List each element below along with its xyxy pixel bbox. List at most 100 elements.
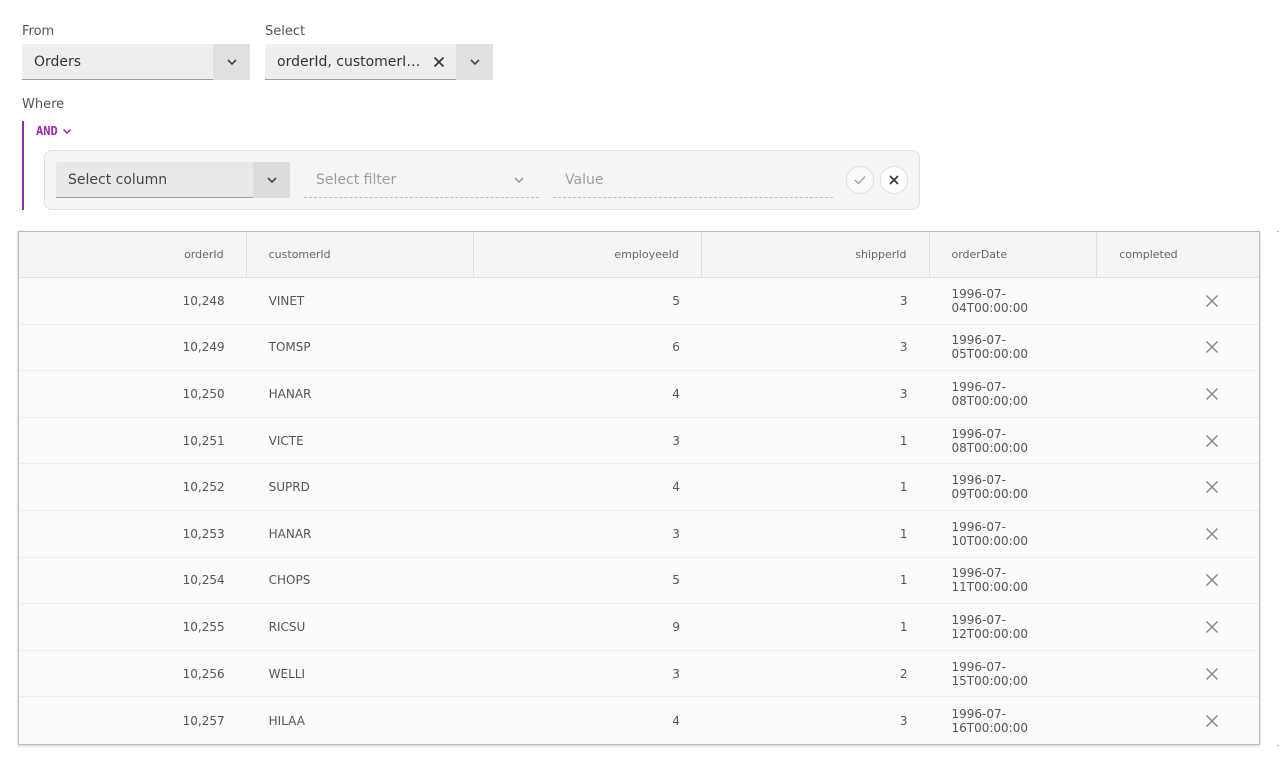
rule-value-placeholder: Value — [565, 171, 604, 188]
rule-filter-select[interactable]: Select filter — [304, 162, 539, 198]
select-clear-button[interactable] — [428, 44, 450, 80]
logic-operator-label: AND — [36, 124, 58, 138]
where-group-bar — [22, 121, 24, 210]
from-label: From — [22, 24, 55, 39]
cell-employeeid: 3 — [672, 433, 680, 448]
close-icon — [889, 175, 899, 185]
cell-shipperid: 1 — [899, 619, 908, 634]
remove-rule-button[interactable] — [880, 166, 908, 194]
chevron-down-icon — [226, 58, 237, 65]
table-row[interactable]: 10,252 SUPRD 4 1 1996-07-09T00:00:00 — [19, 464, 1259, 511]
cell-completed — [1097, 697, 1259, 744]
close-icon — [433, 56, 445, 67]
close-icon — [1205, 387, 1219, 401]
cell-customerid: SUPRD — [268, 480, 310, 495]
chevron-down-icon — [514, 176, 524, 183]
logic-operator-toggle[interactable]: AND — [36, 124, 72, 138]
table-row[interactable]: 10,256 WELLI 3 2 1996-07-15T00:00:00 — [19, 650, 1259, 698]
cell-shipperid: 3 — [899, 713, 908, 728]
table-row[interactable]: 10,257 HILAA 4 3 1996-07-16T00:00:00 — [19, 697, 1259, 744]
cell-orderid: 10,256 — [182, 666, 225, 681]
cell-completed — [1097, 418, 1259, 464]
column-header-orderid[interactable]: orderId — [19, 232, 247, 277]
cell-shipperid: 2 — [899, 666, 908, 681]
cell-orderdate: 1996-07-08T00:00:00 — [951, 426, 1029, 455]
cell-shipperid: 1 — [899, 433, 908, 448]
table-row[interactable]: 10,254 CHOPS 5 1 1996-07-11T00:00:00 — [19, 557, 1259, 605]
close-icon — [1205, 527, 1219, 540]
cell-employeeid: 4 — [672, 713, 680, 728]
cell-orderdate: 1996-07-11T00:00:00 — [951, 566, 1029, 595]
column-header-employeeid[interactable]: employeeId — [474, 232, 702, 277]
column-header-shipperid[interactable]: shipperId — [702, 232, 930, 277]
select-columns-select[interactable]: orderId, customerId, employeeId, shipper… — [265, 43, 493, 80]
cell-shipperid: 1 — [899, 480, 908, 495]
apply-rule-button[interactable] — [846, 166, 874, 194]
select-columns-value: orderId, customerId, employeeId, shipper… — [277, 53, 428, 70]
rule-column-dropdown-button[interactable] — [253, 161, 290, 198]
cell-orderid: 10,248 — [182, 293, 225, 308]
cell-customerid: CHOPS — [268, 573, 311, 588]
cell-shipperid: 3 — [899, 386, 908, 401]
rule-column-placeholder: Select column — [68, 171, 168, 188]
cell-completed — [1097, 464, 1259, 510]
table-row[interactable]: 10,255 RICSU 9 1 1996-07-12T00:00:00 — [19, 604, 1259, 651]
cell-shipperid: 1 — [899, 573, 908, 588]
cell-orderdate: 1996-07-15T00:00:00 — [951, 659, 1029, 688]
column-header-customerid[interactable]: customerId — [247, 232, 475, 277]
cell-orderdate: 1996-07-12T00:00:00 — [951, 612, 1029, 641]
cell-customerid: HILAA — [268, 713, 305, 728]
close-icon — [1205, 481, 1219, 494]
cell-customerid: HANAR — [268, 386, 312, 401]
cell-customerid: VICTE — [268, 433, 304, 448]
grid-body: 10,248 VINET 5 3 1996-07-04T00:00:00 10,… — [19, 278, 1259, 744]
scrollbar-tick-top — [1277, 231, 1279, 232]
cell-completed — [1097, 511, 1259, 557]
select-label: Select — [265, 24, 306, 39]
cell-orderid: 10,249 — [182, 340, 225, 355]
filter-rule: Select column Select filter Value — [44, 150, 920, 210]
cell-customerid: WELLI — [268, 666, 305, 681]
cell-orderid: 10,255 — [182, 619, 225, 634]
close-icon — [1205, 294, 1219, 307]
chevron-down-icon — [266, 176, 277, 183]
cell-orderdate: 1996-07-05T00:00:00 — [951, 333, 1029, 362]
close-icon — [1205, 667, 1219, 680]
cell-completed — [1097, 325, 1259, 371]
cell-orderid: 10,254 — [182, 573, 225, 588]
cell-orderid: 10,252 — [182, 480, 225, 495]
table-row[interactable]: 10,253 HANAR 3 1 1996-07-10T00:00:00 — [19, 510, 1259, 558]
table-row[interactable]: 10,248 VINET 5 3 1996-07-04T00:00:00 — [19, 278, 1259, 325]
cell-orderdate: 1996-07-10T00:00:00 — [951, 519, 1029, 548]
rule-column-select[interactable]: Select column — [56, 161, 290, 198]
cell-employeeid: 6 — [672, 340, 680, 355]
rule-value-input[interactable]: Value — [553, 162, 833, 198]
close-icon — [1205, 714, 1219, 727]
cell-customerid: TOMSP — [268, 340, 311, 355]
cell-completed — [1097, 604, 1259, 650]
cell-completed — [1097, 371, 1259, 417]
cell-employeeid: 4 — [672, 386, 680, 401]
cell-shipperid: 3 — [899, 293, 908, 308]
table-row[interactable]: 10,250 HANAR 4 3 1996-07-08T00:00:00 — [19, 371, 1259, 418]
cell-customerid: HANAR — [268, 526, 312, 541]
column-header-completed[interactable]: completed — [1097, 232, 1259, 277]
cell-employeeid: 3 — [672, 666, 680, 681]
table-row[interactable]: 10,249 TOMSP 6 3 1996-07-05T00:00:00 — [19, 324, 1259, 372]
results-grid: orderId customerId employeeId shipperId … — [18, 231, 1260, 745]
column-header-orderdate[interactable]: orderDate — [930, 232, 1098, 277]
from-dropdown-button[interactable] — [213, 43, 250, 80]
cell-orderdate: 1996-07-16T00:00:00 — [951, 706, 1029, 735]
close-icon — [1205, 574, 1219, 587]
cell-orderid: 10,250 — [182, 386, 225, 401]
where-label: Where — [22, 97, 65, 112]
cell-employeeid: 3 — [672, 526, 680, 541]
cell-orderdate: 1996-07-09T00:00:00 — [951, 473, 1029, 502]
select-dropdown-button[interactable] — [456, 43, 493, 80]
cell-completed — [1097, 558, 1259, 604]
from-select[interactable]: Orders — [22, 43, 250, 80]
close-icon — [1205, 341, 1219, 354]
table-row[interactable]: 10,251 VICTE 3 1 1996-07-08T00:00:00 — [19, 417, 1259, 465]
from-select-value: Orders — [34, 53, 82, 70]
cell-orderid: 10,251 — [182, 433, 225, 448]
